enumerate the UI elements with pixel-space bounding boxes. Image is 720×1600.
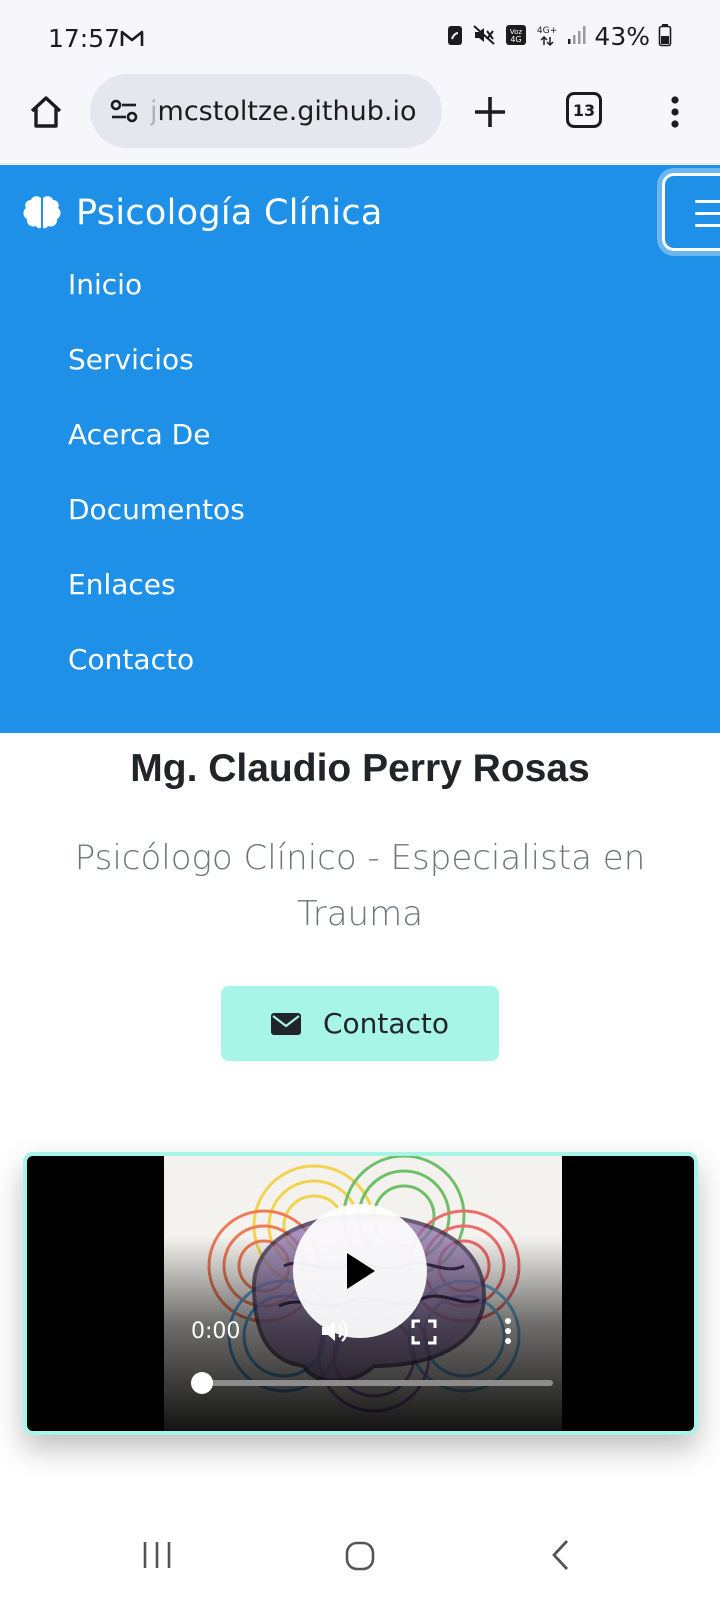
status-bar: 17:57 Voz 4G 4G+ 43% [0,0,720,80]
tabs-button[interactable]: 13 [566,92,602,128]
nav-item-enlaces[interactable]: Enlaces [68,565,245,640]
brand-title: Psicología Clínica [76,193,383,233]
svg-text:4G: 4G [511,35,522,44]
site-navbar: Psicología Clínica Inicio Servicios Acer… [0,165,720,733]
browser-toolbar: jmcstoltze.github.io 13 [0,74,720,164]
navbar-toggler[interactable] [662,173,720,251]
play-icon [347,1253,375,1289]
url-host: mcstoltze.github.io [157,95,417,127]
home-circle-icon [345,1541,375,1571]
envelope-icon [270,1012,301,1035]
volume-button[interactable] [319,1316,349,1350]
video-progress-track[interactable] [197,1380,553,1386]
battery-saver-icon [446,23,464,51]
more-vert-icon [505,1318,511,1344]
contact-button[interactable]: Contacto [221,986,499,1061]
navbar-brand[interactable]: Psicología Clínica [22,193,383,233]
address-bar[interactable]: jmcstoltze.github.io [90,74,442,148]
brain-icon [23,196,61,229]
browser-menu-button[interactable] [660,90,690,134]
recents-icon [143,1542,171,1568]
video-current-time: 0:00 [191,1319,241,1344]
nav-item-contacto[interactable]: Contacto [68,640,245,715]
hero-name: Mg. Claudio Perry Rosas [130,747,590,790]
home-icon [30,96,62,128]
nav-menu: Inicio Servicios Acerca De Documentos En… [68,265,245,715]
video-progress-knob[interactable] [191,1372,213,1394]
video-player[interactable]: 0:00 [23,1152,698,1435]
signal-icon [566,24,586,50]
status-time: 17:57 [48,24,121,53]
volte-icon: Voz 4G [504,23,528,51]
new-tab-button[interactable] [468,90,512,134]
svg-text:4G+: 4G+ [537,26,557,36]
nav-item-documentos[interactable]: Documentos [68,490,245,565]
contact-button-label: Contacto [322,1007,450,1040]
battery-percent: 43% [594,22,650,51]
video-more-button[interactable] [503,1316,513,1350]
system-home-button[interactable] [344,1540,376,1576]
system-nav-bar [0,1510,720,1600]
4g-plus-icon: 4G+ [536,23,558,51]
battery-icon [658,23,672,51]
mute-icon [472,23,496,51]
tab-count: 13 [572,100,596,120]
nav-item-servicios[interactable]: Servicios [68,340,245,415]
hero-subtitle: Psicólogo Clínico - Especialista en Trau… [74,838,646,934]
recents-button[interactable] [141,1540,173,1574]
new-tab-icon [475,97,505,127]
hamburger-icon [695,200,720,236]
nav-item-inicio[interactable]: Inicio [68,265,245,340]
url-text: jmcstoltze.github.io [150,96,416,127]
gmail-icon [120,28,144,52]
site-settings-icon[interactable] [108,95,140,127]
back-icon [552,1540,569,1570]
more-vert-icon [671,96,679,128]
play-button[interactable] [293,1204,427,1338]
fullscreen-button[interactable] [411,1319,437,1349]
fullscreen-icon [411,1319,437,1345]
home-button[interactable] [24,90,68,134]
url-prefix: j [150,95,158,127]
nav-item-acerca-de[interactable]: Acerca De [68,415,245,490]
status-icons: Voz 4G 4G+ 43% [446,22,672,51]
volume-icon [322,1320,348,1342]
back-button[interactable] [549,1538,573,1576]
